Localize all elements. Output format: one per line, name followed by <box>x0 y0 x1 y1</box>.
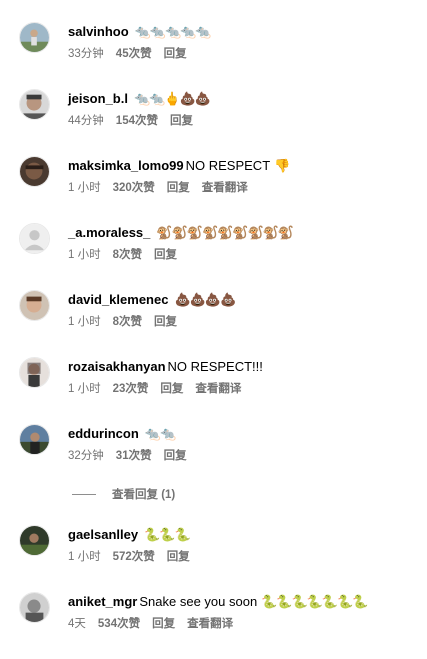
see-translation-button[interactable]: 查看翻译 <box>187 618 233 630</box>
person-photo-icon <box>20 593 49 622</box>
username-link[interactable]: salvinhoo <box>68 24 129 39</box>
person-photo-icon <box>20 90 49 119</box>
comment-header: eddurincon 🐀🐀 <box>68 424 176 444</box>
reply-button[interactable]: 回复 <box>154 316 177 328</box>
timestamp: 33分钟 <box>68 48 104 60</box>
emoji-reaction-icon: 🐀🐀🖕💩💩 <box>133 92 211 107</box>
comment-item: salvinhoo 🐀🐀🐀🐀🐀 33分钟 45次赞 回复 <box>0 22 427 89</box>
view-replies-label: 查看回复 (1) <box>112 489 176 501</box>
reply-button[interactable]: 回复 <box>164 48 187 60</box>
reply-button[interactable]: 回复 <box>167 182 190 194</box>
comment-item: eddurincon 🐀🐀 32分钟 31次赞 回复 <box>0 424 427 491</box>
username-link[interactable]: david_klemenec <box>68 292 168 307</box>
comment-meta: 1 小时 8次赞 回复 <box>68 247 189 263</box>
username-link[interactable]: rozaisakhanyan <box>68 359 166 374</box>
comment-text: NO RESPECT!!! <box>167 359 263 374</box>
avatar[interactable] <box>19 357 50 388</box>
reply-button[interactable]: 回复 <box>152 618 175 630</box>
username-link[interactable]: gaelsanlley <box>68 527 138 542</box>
divider-line <box>72 494 96 496</box>
avatar[interactable] <box>19 22 50 53</box>
reply-button[interactable]: 回复 <box>160 383 183 395</box>
comment-text: NO RESPECT <box>185 158 271 173</box>
comment-item: gaelsanlley 🐍🐍🐍 1 小时 572次赞 回复 <box>0 525 427 592</box>
avatar[interactable] <box>19 592 50 623</box>
comment-meta: 1 小时 23次赞 回复 查看翻译 <box>68 381 253 397</box>
poop-emoji-icon: 💩💩💩💩 <box>174 293 236 308</box>
person-photo-icon <box>20 291 49 320</box>
likes-count[interactable]: 320次赞 <box>113 182 155 194</box>
rat-emoji-icon: 🐀🐀 <box>144 427 176 442</box>
avatar[interactable] <box>19 156 50 187</box>
comment-header: salvinhoo 🐀🐀🐀🐀🐀 <box>68 22 212 42</box>
comment-header: jeison_b.l 🐀🐀🖕💩💩 <box>68 89 211 109</box>
likes-count[interactable]: 154次赞 <box>116 115 158 127</box>
default-avatar-icon <box>20 224 49 253</box>
timestamp: 1 小时 <box>68 551 101 563</box>
username-link[interactable]: jeison_b.l <box>68 91 128 106</box>
comment-meta: 1 小时 320次赞 回复 查看翻译 <box>68 180 260 196</box>
avatar[interactable] <box>19 89 50 120</box>
comment-header: david_klemenec 💩💩💩💩 <box>68 290 236 310</box>
comment-header: _a.moraless_ 🐒🐒🐒🐒🐒🐒🐒🐒🐒 <box>68 223 294 243</box>
likes-count[interactable]: 534次赞 <box>98 618 140 630</box>
username-link[interactable]: _a.moraless_ <box>68 225 150 240</box>
comment-header: rozaisakhanyan NO RESPECT!!! <box>68 357 263 377</box>
monkey-emoji-icon: 🐒🐒🐒🐒🐒🐒🐒🐒🐒 <box>156 226 294 241</box>
timestamp: 4天 <box>68 618 86 630</box>
likes-count[interactable]: 45次赞 <box>116 48 152 60</box>
comment-text: Snake see you soon <box>139 594 258 609</box>
likes-count[interactable]: 8次赞 <box>113 249 142 261</box>
comment-meta: 1 小时 8次赞 回复 <box>68 314 189 330</box>
person-photo-icon <box>20 157 49 186</box>
person-photo-icon <box>20 358 49 387</box>
comment-meta: 32分钟 31次赞 回复 <box>68 448 199 464</box>
reply-button[interactable]: 回复 <box>154 249 177 261</box>
likes-count[interactable]: 31次赞 <box>116 450 152 462</box>
comment-item: david_klemenec 💩💩💩💩 1 小时 8次赞 回复 <box>0 290 427 357</box>
snake-emoji-icon: 🐍🐍🐍 <box>144 528 191 543</box>
comment-item: _a.moraless_ 🐒🐒🐒🐒🐒🐒🐒🐒🐒 1 小时 8次赞 回复 <box>0 223 427 290</box>
rat-emoji-icon: 🐀🐀🐀🐀🐀 <box>134 25 212 40</box>
timestamp: 44分钟 <box>68 115 104 127</box>
likes-count[interactable]: 572次赞 <box>113 551 155 563</box>
comments-list: salvinhoo 🐀🐀🐀🐀🐀 33分钟 45次赞 回复 jeison_b.l 🐀🐀🖕💩… <box>0 0 427 642</box>
reply-button[interactable]: 回复 <box>167 551 190 563</box>
timestamp: 1 小时 <box>68 316 101 328</box>
avatar[interactable] <box>19 424 50 455</box>
thumbs-down-icon: 👎 <box>274 159 290 174</box>
avatar[interactable] <box>19 223 50 254</box>
person-photo-icon <box>20 526 49 555</box>
username-link[interactable]: aniket_mgr <box>68 594 137 609</box>
see-translation-button[interactable]: 查看翻译 <box>195 383 241 395</box>
timestamp: 1 小时 <box>68 383 101 395</box>
comment-header: gaelsanlley 🐍🐍🐍 <box>68 525 191 545</box>
see-translation-button[interactable]: 查看翻译 <box>202 182 248 194</box>
comment-header: maksimka_lomo99 NO RESPECT 👎 <box>68 156 290 176</box>
timestamp: 1 小时 <box>68 182 101 194</box>
comment-item: maksimka_lomo99 NO RESPECT 👎 1 小时 320次赞 回复 查看… <box>0 156 427 223</box>
comment-item: rozaisakhanyan NO RESPECT!!! 1 小时 23次赞 回复 查看… <box>0 357 427 424</box>
view-replies-button[interactable]: 查看回复 (1) <box>72 487 175 503</box>
person-photo-icon <box>20 425 49 454</box>
snake-emoji-icon: 🐍🐍🐍🐍🐍🐍🐍 <box>261 595 368 610</box>
likes-count[interactable]: 8次赞 <box>113 316 142 328</box>
avatar[interactable] <box>19 290 50 321</box>
comment-item: aniket_mgr Snake see you soon 🐍🐍🐍🐍🐍🐍🐍 4天 53… <box>0 592 427 659</box>
comment-meta: 4天 534次赞 回复 查看翻译 <box>68 616 245 632</box>
username-link[interactable]: maksimka_lomo99 <box>68 158 184 173</box>
comment-item: jeison_b.l 🐀🐀🖕💩💩 44分钟 154次赞 回复 <box>0 89 427 156</box>
comment-meta: 33分钟 45次赞 回复 <box>68 46 199 62</box>
comment-meta: 44分钟 154次赞 回复 <box>68 113 205 129</box>
username-link[interactable]: eddurincon <box>68 426 139 441</box>
comment-header: aniket_mgr Snake see you soon 🐍🐍🐍🐍🐍🐍🐍 <box>68 592 369 612</box>
person-photo-icon <box>20 23 49 52</box>
timestamp: 1 小时 <box>68 249 101 261</box>
likes-count[interactable]: 23次赞 <box>113 383 149 395</box>
reply-button[interactable]: 回复 <box>164 450 187 462</box>
timestamp: 32分钟 <box>68 450 104 462</box>
avatar[interactable] <box>19 525 50 556</box>
reply-button[interactable]: 回复 <box>170 115 193 127</box>
comment-meta: 1 小时 572次赞 回复 <box>68 549 202 565</box>
